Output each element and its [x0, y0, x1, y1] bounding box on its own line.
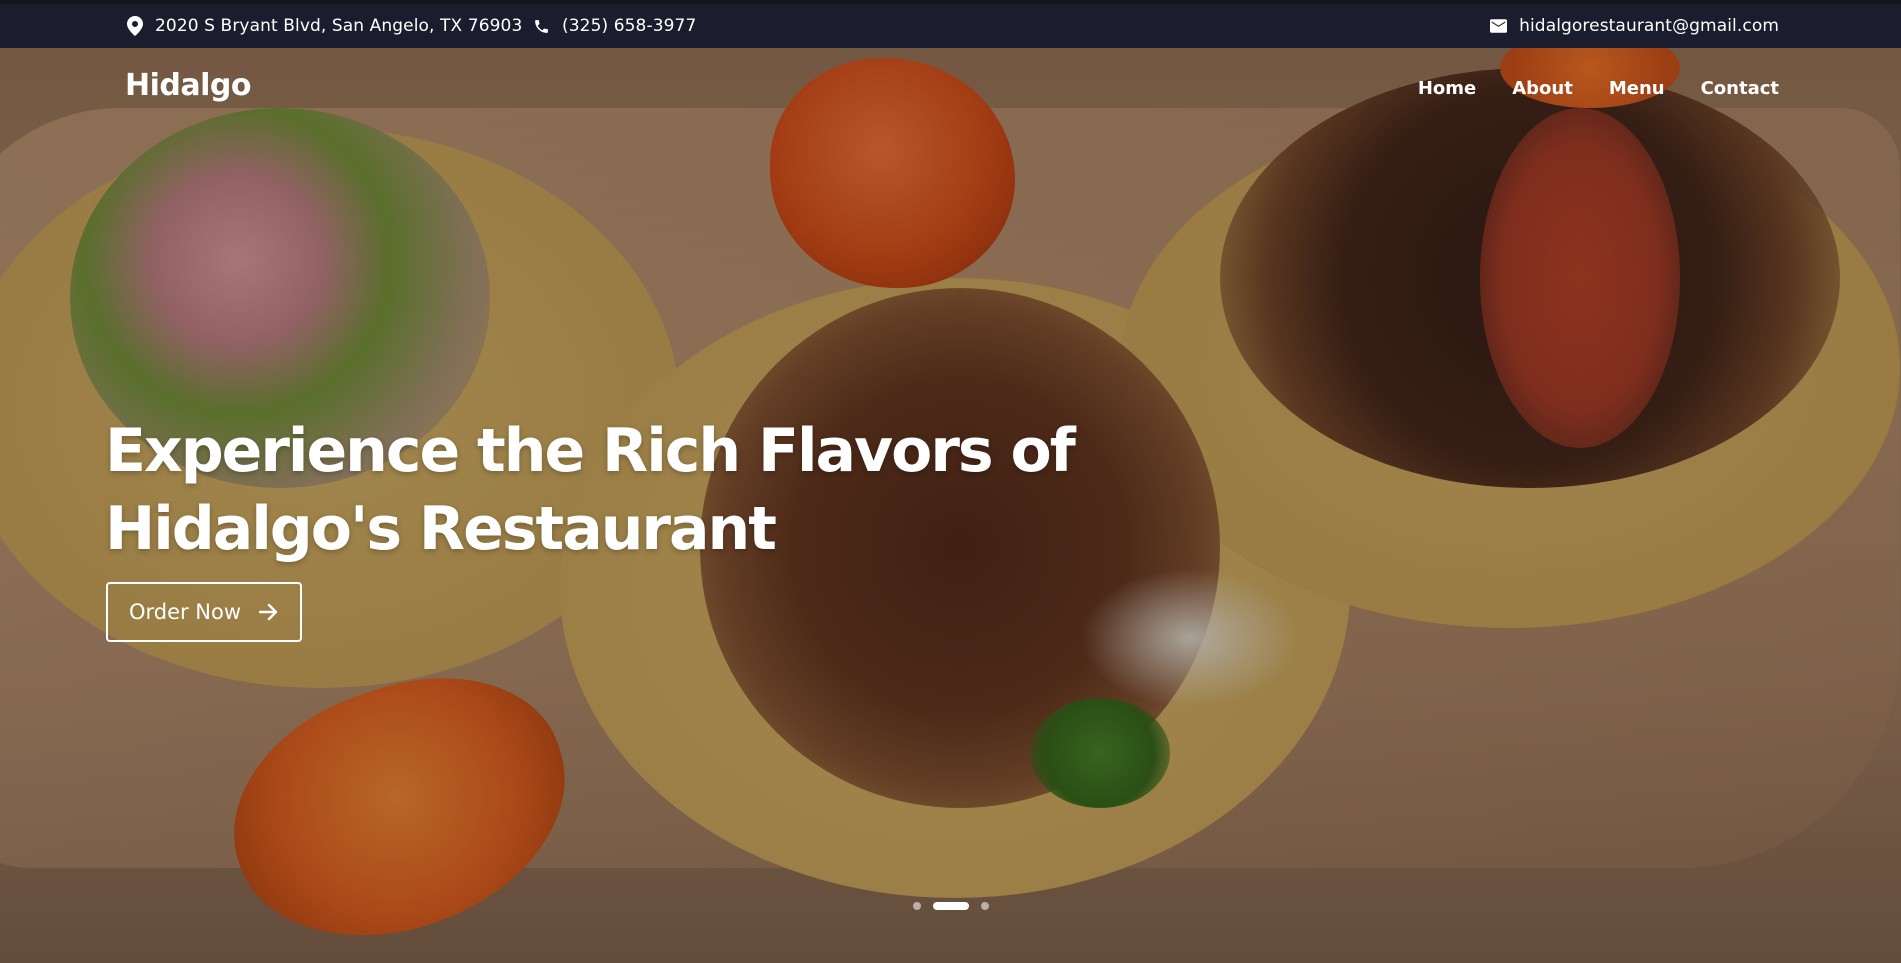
arrow-right-icon [259, 603, 278, 621]
map-pin-icon [127, 16, 143, 36]
top-contact-bar: 2020 S Bryant Blvd, San Angelo, TX 76903… [0, 0, 1901, 48]
address-info: 2020 S Bryant Blvd, San Angelo, TX 76903 [127, 16, 522, 36]
email-info[interactable]: hidalgorestaurant@gmail.com [1490, 16, 1779, 36]
order-now-button[interactable]: Order Now [106, 582, 302, 642]
site-logo[interactable]: Hidalgo [125, 68, 251, 103]
phone-info[interactable]: (325) 658-3977 [533, 16, 696, 36]
carousel-indicators [913, 902, 989, 910]
carousel-dot-2[interactable] [933, 902, 969, 910]
nav-menu: Home About Menu Contact [1418, 78, 1779, 99]
nav-item-home[interactable]: Home [1418, 78, 1476, 99]
address-text: 2020 S Bryant Blvd, San Angelo, TX 76903 [155, 16, 523, 36]
order-now-label: Order Now [128, 600, 242, 624]
main-navbar: Hidalgo Home About Menu Contact [0, 48, 1901, 130]
nav-item-about[interactable]: About [1512, 78, 1573, 99]
phone-icon [535, 19, 548, 33]
email-text[interactable]: hidalgorestaurant@gmail.com [1519, 16, 1779, 36]
hero-headline-line1: Experience the Rich Flavors of [105, 416, 1076, 486]
hero-headline-line2: Hidalgo's Restaurant [105, 494, 777, 564]
carousel-dot-3[interactable] [981, 902, 989, 910]
hero-headline: Experience the Rich Flavors of Hidalgo's… [105, 412, 1076, 568]
nav-item-menu[interactable]: Menu [1609, 78, 1665, 99]
phone-text[interactable]: (325) 658-3977 [562, 16, 696, 36]
nav-item-contact[interactable]: Contact [1701, 78, 1779, 99]
mail-icon [1490, 19, 1508, 33]
carousel-dot-1[interactable] [913, 902, 921, 910]
